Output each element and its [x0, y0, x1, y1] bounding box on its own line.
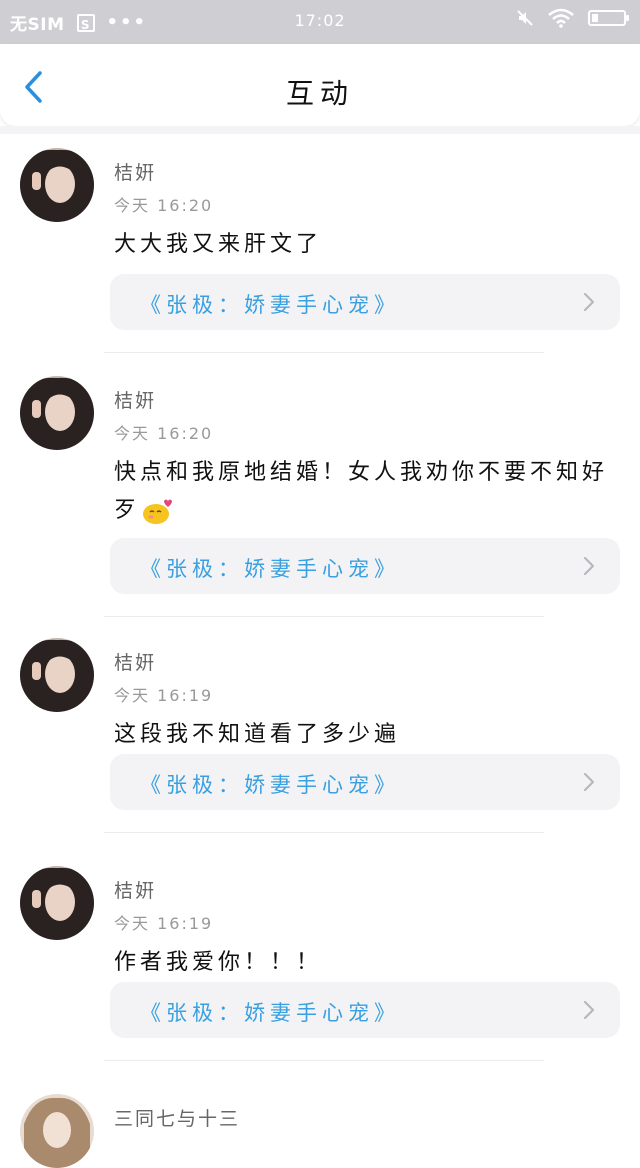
comment-time: 今天 16:19: [114, 914, 214, 933]
divider: [104, 832, 544, 833]
book-link-card[interactable]: 《张极：娇妻手心宠》: [110, 982, 620, 1038]
comment-item: 桔姸 今天 16:20 大大我又来肝文了 《张极：娇妻手心宠》: [0, 134, 640, 362]
comment-time: 今天 16:20: [114, 424, 214, 443]
battery-icon: [588, 10, 629, 26]
comment-feed[interactable]: 桔姸 今天 16:20 大大我又来肝文了 《张极：娇妻手心宠》 桔姸 今天 16…: [0, 134, 640, 1168]
divider: [104, 1060, 544, 1061]
wifi-icon: [548, 8, 574, 28]
divider: [104, 352, 544, 353]
comment-item: 三同七与十三: [0, 1080, 640, 1168]
page-title: 互动: [285, 77, 354, 110]
chevron-right-icon: [583, 556, 595, 576]
status-bar: 无SIM S ••• 17:02: [0, 0, 640, 44]
book-link-card[interactable]: 《张极：娇妻手心宠》: [110, 274, 620, 330]
chevron-right-icon: [583, 772, 595, 792]
avatar[interactable]: [20, 866, 94, 940]
chevron-right-icon: [583, 292, 595, 312]
nav-bar: 互动: [0, 44, 640, 126]
book-title: 《张极：娇妻手心宠》: [140, 1001, 400, 1025]
avatar[interactable]: [20, 148, 94, 222]
avatar[interactable]: [20, 376, 94, 450]
comment-text: 快点和我原地结婚！女人我劝你不要不知好歹: [114, 460, 609, 523]
mute-icon: [517, 10, 533, 26]
chevron-right-icon: [583, 1000, 595, 1020]
comment-author[interactable]: 桔姸: [114, 648, 156, 675]
comment-author[interactable]: 三同七与十三: [114, 1104, 240, 1131]
comment-text-block: 快点和我原地结婚！女人我劝你不要不知好歹: [114, 454, 624, 530]
book-title: 《张极：娇妻手心宠》: [140, 293, 400, 317]
book-title: 《张极：娇妻手心宠》: [140, 773, 400, 797]
nav-separator: [0, 126, 640, 134]
comment-item: 桔姸 今天 16:20 快点和我原地结婚！女人我劝你不要不知好歹 《张极：娇妻手…: [0, 362, 640, 624]
comment-text: 大大我又来肝文了: [114, 232, 323, 257]
avatar[interactable]: [20, 1094, 94, 1168]
comment-author[interactable]: 桔姸: [114, 386, 156, 413]
comment-author[interactable]: 桔姸: [114, 876, 156, 903]
avatar[interactable]: [20, 638, 94, 712]
status-right: [516, 8, 629, 28]
book-link-card[interactable]: 《张极：娇妻手心宠》: [110, 754, 620, 810]
comment-author[interactable]: 桔姸: [114, 158, 156, 185]
comment-item: 桔姸 今天 16:19 这段我不知道看了多少遍 《张极：娇妻手心宠》: [0, 624, 640, 852]
comment-time: 今天 16:19: [114, 686, 214, 705]
comment-time: 今天 16:20: [114, 196, 214, 215]
comment-text: 作者我爱你！！！: [114, 950, 323, 975]
book-link-card[interactable]: 《张极：娇妻手心宠》: [110, 538, 620, 594]
comment-text: 这段我不知道看了多少遍: [114, 722, 401, 747]
blush-kiss-emoji-icon: [143, 499, 173, 524]
comment-item: 桔姸 今天 16:19 作者我爱你！！！ 《张极：娇妻手心宠》: [0, 852, 640, 1080]
book-title: 《张极：娇妻手心宠》: [140, 557, 400, 581]
divider: [104, 616, 544, 617]
